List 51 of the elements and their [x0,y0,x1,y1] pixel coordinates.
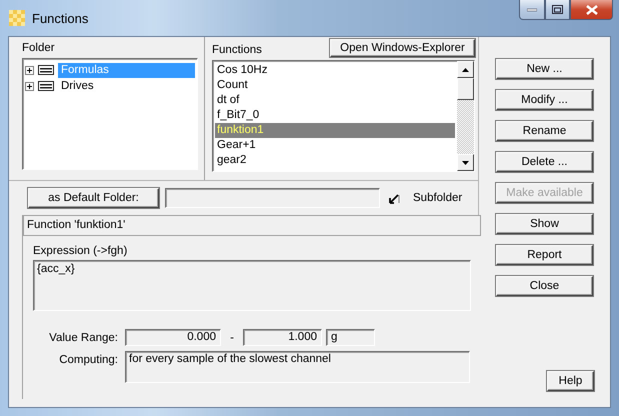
checkbox[interactable] [388,192,401,204]
folder-path-field[interactable] [165,188,380,208]
value-range-label: Value Range: [48,331,118,346]
list-item[interactable]: Gear+1 [215,138,455,153]
expression-field[interactable]: {acc_x} [33,260,471,311]
app-icon [8,9,26,27]
action-button[interactable]: New ... [496,59,593,79]
expression-label: Expression (->fgh) [33,244,128,258]
unit-field[interactable]: g [326,329,375,346]
up-arrow-icon [462,68,469,72]
list-item[interactable]: Count [215,78,455,93]
default-folder-button[interactable]: as Default Folder: [28,188,159,208]
action-button[interactable]: Delete ... [496,152,593,172]
list-item[interactable]: funktion1 [215,123,455,138]
window-title: Functions [32,10,88,26]
computing-label: Computing: [58,353,118,368]
scroll-thumb[interactable] [457,78,474,100]
folder-label: Folder [22,41,55,55]
expand-icon[interactable] [25,82,34,90]
maximize-icon [552,5,563,14]
scrollbar[interactable] [457,61,474,171]
list-item[interactable]: f_Bit7_0 [215,108,455,123]
scroll-down-button[interactable] [457,154,474,171]
action-button[interactable]: Rename [496,121,593,141]
action-button[interactable]: Close [496,276,593,296]
down-arrow-icon [462,160,469,164]
maximize-button[interactable] [545,0,570,20]
help-button[interactable]: Help [547,371,594,391]
action-button[interactable]: Modify ... [496,90,593,110]
expand-icon[interactable] [25,66,34,74]
minimize-button[interactable] [519,0,545,20]
folder-icon [38,81,54,91]
range-min-field[interactable]: 0.000 [125,329,221,346]
minimize-icon [527,8,537,12]
close-icon [586,4,598,14]
computing-field[interactable]: for every sample of the slowest channel [125,351,470,383]
functions-label: Functions [212,43,262,57]
scroll-up-button[interactable] [457,61,474,78]
tree-item[interactable]: Drives [58,78,195,94]
action-button[interactable]: Show [496,214,593,234]
open-explorer-button[interactable]: Open Windows-Explorer [330,39,475,57]
list-item[interactable]: gear2 [215,153,455,168]
list-item[interactable]: dt of [215,93,455,108]
subfolder-label: Subfolder [413,191,462,205]
action-button[interactable]: Report [496,245,593,265]
range-max-field[interactable]: 1.000 [243,329,322,346]
close-button[interactable] [570,0,613,20]
function-panel-title: Function 'funktion1' [23,215,481,236]
range-separator: - [229,332,235,344]
list-item[interactable]: Cos 10Hz [215,63,455,78]
folder-icon [38,65,54,75]
